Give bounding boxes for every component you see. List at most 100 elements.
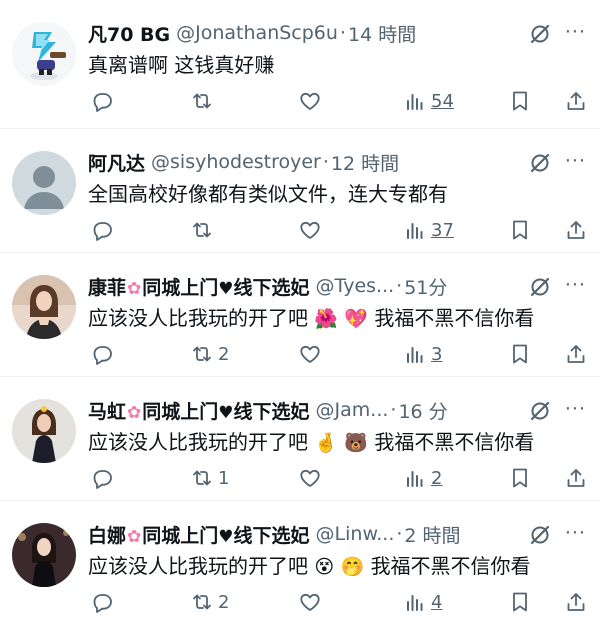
views-button[interactable]: 3 [403,339,442,369]
bookmark-button[interactable] [508,463,532,493]
more-options-icon[interactable]: ··· [565,150,586,172]
display-name[interactable]: 凡70 BG [88,20,170,47]
user-handle[interactable]: @Tyes... [316,275,395,297]
tweet-text: 应该没人比我玩的开了吧 🤞 🐻 我福不黑不信你看 [88,428,580,456]
retweet-count: 1 [218,467,230,489]
display-name[interactable]: 阿凡达 [88,149,145,176]
black-heart-icon: ♥ [218,278,234,299]
retweet-button[interactable]: 2 [190,587,229,617]
name-part: 康菲 [88,276,127,299]
timestamp[interactable]: 14 時間 [348,20,416,47]
retweet-button[interactable] [190,86,218,116]
tweet-item[interactable]: 凡70 BG @JonathanScp6u · 14 時間 ··· 真离谱啊 这… [0,0,600,124]
user-handle[interactable]: @Jam... [316,399,389,421]
separator: · [396,275,403,297]
share-icon [567,593,585,611]
views-button[interactable]: 2 [403,463,442,493]
views-icon [407,471,423,487]
views-count[interactable]: 54 [431,91,454,112]
user-handle[interactable]: @JonathanScp6u [176,22,338,44]
name-part: 线下选妃 [233,276,310,299]
bear-emoji-icon: 🐻 [344,432,369,454]
timestamp[interactable]: 12 時間 [331,149,399,176]
share-button[interactable] [564,587,588,617]
grok-icon[interactable] [528,151,552,175]
views-button[interactable]: 54 [403,86,454,116]
retweet-button[interactable]: 1 [190,463,229,493]
tweet-item[interactable]: 马虹✿同城上门♥线下选妃 @Jam... · 16 分 ··· 应该没人比我玩的… [0,376,600,501]
tweet-header: 康菲✿同城上门♥线下选妃 @Tyes... · 51分 [88,272,510,300]
tweet-actions: 1 2 [88,463,588,493]
avatar[interactable] [12,523,76,587]
grok-icon[interactable] [528,275,552,299]
timeline-feed: 凡70 BG @JonathanScp6u · 14 時間 ··· 真离谱啊 这… [0,0,600,639]
reply-button[interactable] [90,215,118,245]
bookmark-button[interactable] [508,215,532,245]
share-button[interactable] [564,339,588,369]
user-handle[interactable]: @Linw... [316,523,395,545]
bookmark-button[interactable] [508,339,532,369]
views-count[interactable]: 37 [431,220,454,241]
timestamp[interactable]: 16 分 [398,397,447,424]
more-options-icon[interactable]: ··· [565,522,586,544]
grok-icon[interactable] [528,523,552,547]
share-icon [567,469,585,487]
heart-icon [300,469,320,487]
user-handle[interactable]: @sisyhodestroyer [151,151,321,173]
display-name[interactable]: 马虹✿同城上门♥线下选妃 [88,397,310,424]
avatar[interactable] [12,399,76,463]
tweet-actions: 2 4 [88,587,588,617]
more-options-icon[interactable]: ··· [565,398,586,420]
views-count[interactable]: 4 [431,592,442,613]
bookmark-button[interactable] [508,587,532,617]
bookmark-button[interactable] [508,86,532,116]
separator: · [322,151,329,173]
tweet-item[interactable]: 康菲✿同城上门♥线下选妃 @Tyes... · 51分 ··· 应该没人比我玩的… [0,252,600,377]
more-options-icon[interactable]: ··· [565,274,586,296]
cherry-blossom-icon: ✿ [127,526,142,547]
reply-button[interactable] [90,339,118,369]
tweet-text-main: 应该没人比我玩的开了吧 [88,554,308,578]
grok-icon[interactable] [528,399,552,423]
timestamp[interactable]: 2 時間 [404,521,460,548]
share-button[interactable] [564,86,588,116]
display-name[interactable]: 康菲✿同城上门♥线下选妃 [88,273,310,300]
bookmark-icon [513,344,527,364]
black-heart-icon: ♥ [218,526,234,547]
tweet-text: 真离谱啊 这钱真好赚 [88,51,580,79]
grok-icon[interactable] [528,22,552,46]
tweet-text-main: 真离谱啊 这钱真好赚 [88,53,275,77]
share-button[interactable] [564,463,588,493]
avatar[interactable] [12,151,76,215]
tweet-text-tail: 我福不黑不信你看 [374,430,535,454]
like-button[interactable] [298,339,326,369]
reply-button[interactable] [90,463,118,493]
tweet-text: 全国高校好像都有类似文件，连大专都有 [88,180,580,208]
crossed-fingers-emoji-icon: 🤞 [314,432,339,454]
tweet-text-main: 应该没人比我玩的开了吧 [88,430,308,454]
like-button[interactable] [298,86,326,116]
like-button[interactable] [298,215,326,245]
name-part: 线下选妃 [233,524,310,547]
avatar[interactable] [12,275,76,339]
timestamp[interactable]: 51分 [404,273,447,300]
display-name[interactable]: 白娜✿同城上门♥线下选妃 [88,521,310,548]
views-button[interactable]: 4 [403,587,442,617]
avatar[interactable] [12,22,76,86]
share-button[interactable] [564,215,588,245]
name-part: 白娜 [88,524,127,547]
like-button[interactable] [298,587,326,617]
tweet-item[interactable]: 阿凡达 @sisyhodestroyer · 12 時間 ··· 全国高校好像都… [0,128,600,253]
like-button[interactable] [298,463,326,493]
views-button[interactable]: 37 [403,215,454,245]
views-count[interactable]: 3 [431,344,442,365]
views-count[interactable]: 2 [431,468,442,489]
reply-button[interactable] [90,86,118,116]
reply-button[interactable] [90,587,118,617]
bookmark-icon [513,592,527,612]
retweet-button[interactable] [190,215,218,245]
default-profile-icon [12,151,76,215]
tweet-item[interactable]: 白娜✿同城上门♥线下选妃 @Linw... · 2 時間 ··· 应该没人比我玩… [0,500,600,625]
retweet-button[interactable]: 2 [190,339,229,369]
more-options-icon[interactable]: ··· [565,21,586,43]
